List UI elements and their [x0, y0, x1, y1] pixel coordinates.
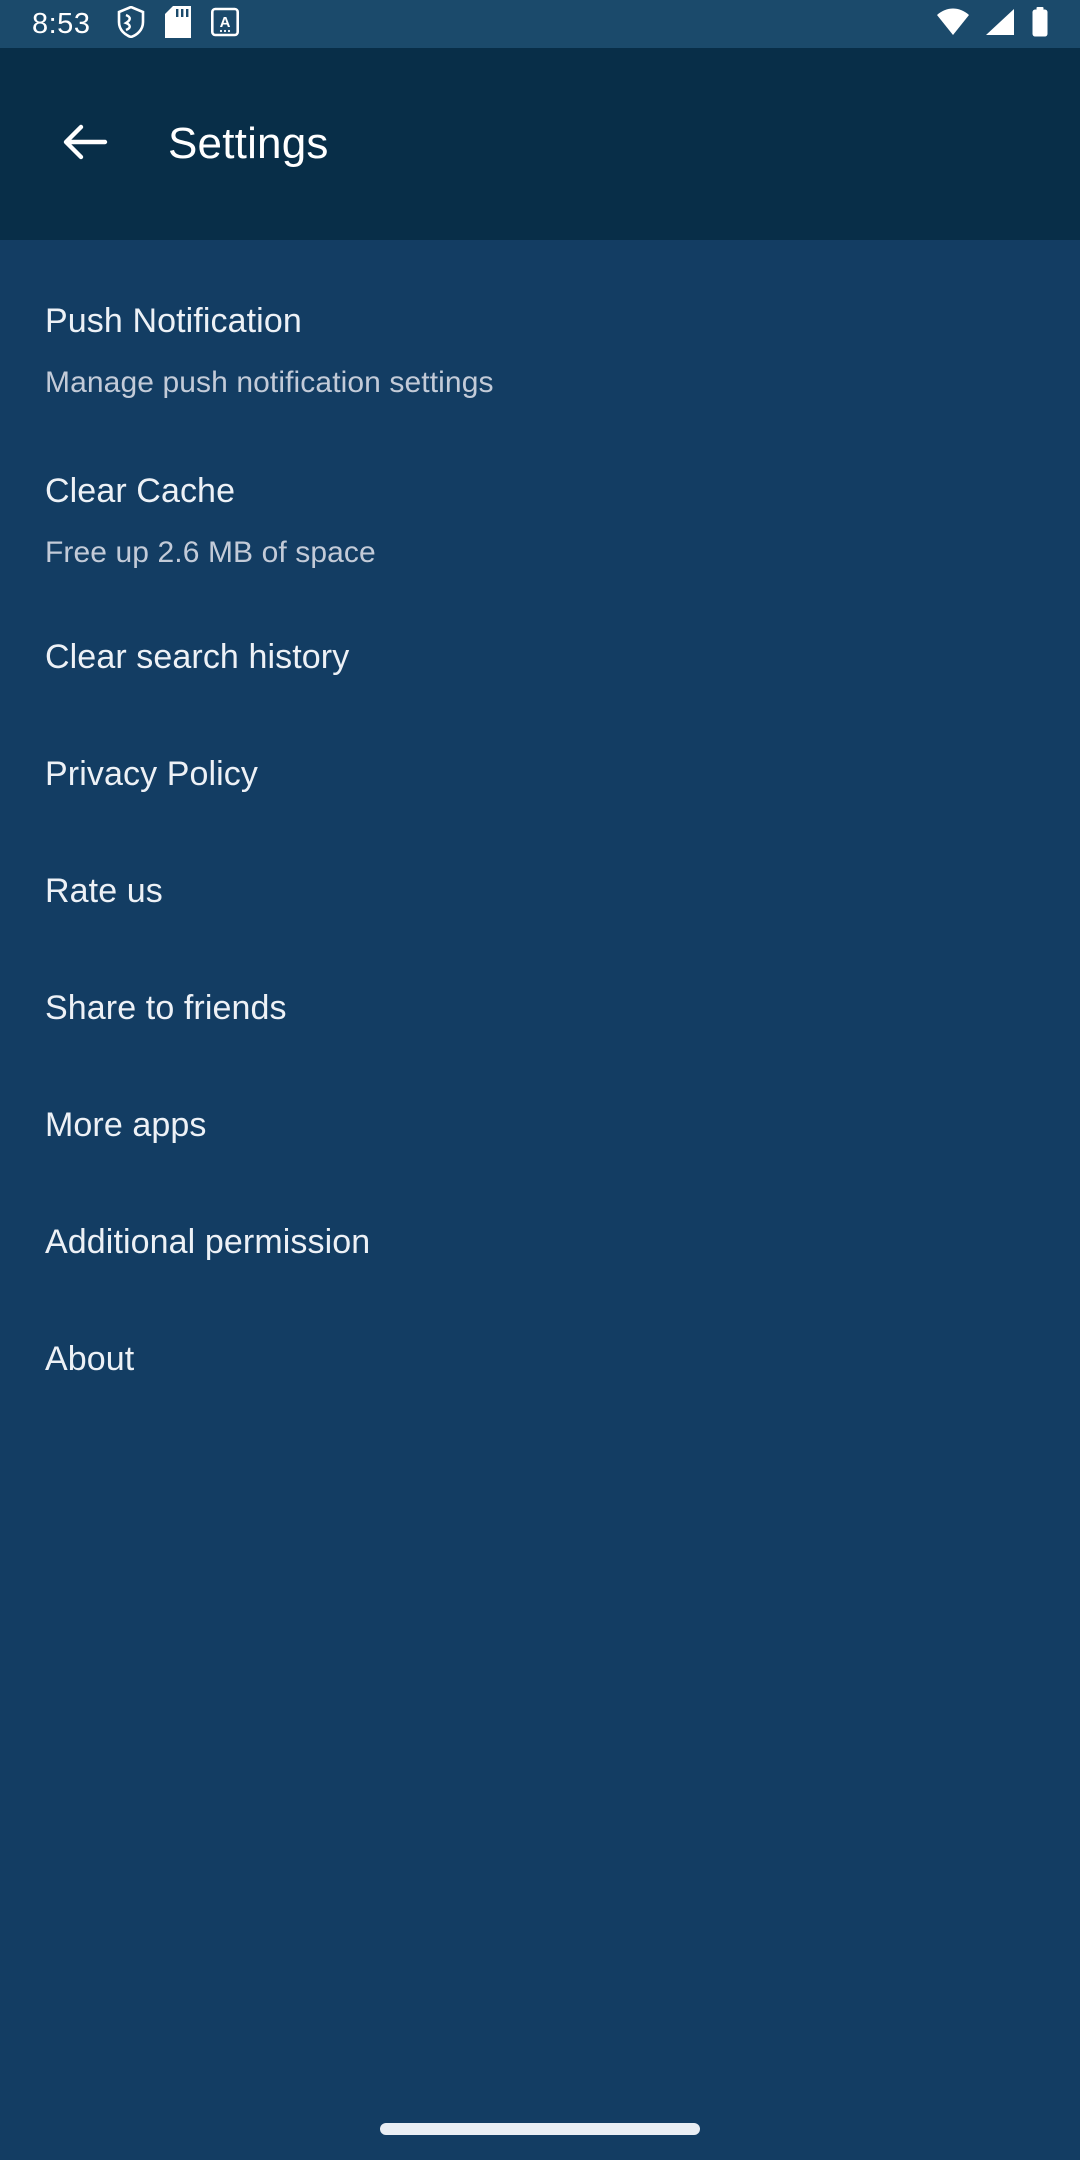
settings-item-title: Privacy Policy — [45, 755, 259, 793]
status-right-icons — [936, 6, 1050, 42]
settings-item-more-apps[interactable]: More apps — [0, 1070, 1080, 1187]
settings-item-subtitle: Manage push notification settings — [45, 366, 494, 399]
shield-icon — [117, 5, 145, 43]
settings-item-privacy-policy[interactable]: Privacy Policy — [0, 719, 1080, 836]
sd-card-icon — [165, 5, 192, 43]
settings-item-additional-permission[interactable]: Additional permission — [0, 1187, 1080, 1304]
settings-item-title: Share to friends — [45, 989, 287, 1027]
back-arrow-icon — [57, 115, 111, 174]
settings-item-push-notification[interactable]: Push Notification Manage push notificati… — [0, 262, 1080, 432]
settings-item-title: Rate us — [45, 872, 163, 910]
settings-item-about[interactable]: About — [0, 1304, 1080, 1421]
settings-screen: 8:53 A Settings Push Notification Manage… — [0, 0, 1080, 2160]
battery-icon — [1030, 6, 1050, 42]
settings-item-subtitle: Free up 2.6 MB of space — [45, 536, 376, 569]
settings-item-rate-us[interactable]: Rate us — [0, 836, 1080, 953]
app-bar: Settings — [0, 48, 1080, 240]
status-bar: 8:53 A — [0, 0, 1080, 48]
keyboard-language-icon: A — [211, 6, 240, 43]
settings-item-title: Push Notification — [45, 302, 302, 340]
home-indicator[interactable] — [380, 2123, 700, 2135]
page-title: Settings — [168, 119, 329, 168]
system-navigation-bar — [0, 2098, 1080, 2160]
settings-item-title: About — [45, 1340, 135, 1378]
settings-item-title: Additional permission — [45, 1223, 371, 1261]
settings-item-title: Clear search history — [45, 638, 350, 676]
back-button[interactable] — [48, 108, 120, 180]
settings-list: Push Notification Manage push notificati… — [0, 240, 1080, 2098]
settings-item-title: Clear Cache — [45, 472, 236, 510]
wifi-icon — [936, 8, 970, 41]
status-time: 8:53 — [32, 7, 91, 40]
settings-item-clear-search-history[interactable]: Clear search history — [0, 602, 1080, 719]
status-left-icons: A — [117, 5, 240, 43]
settings-item-title: More apps — [45, 1106, 207, 1144]
svg-text:A: A — [220, 14, 231, 31]
settings-item-share-to-friends[interactable]: Share to friends — [0, 953, 1080, 1070]
cellular-signal-icon — [984, 8, 1016, 41]
settings-item-clear-cache[interactable]: Clear Cache Free up 2.6 MB of space — [0, 432, 1080, 602]
